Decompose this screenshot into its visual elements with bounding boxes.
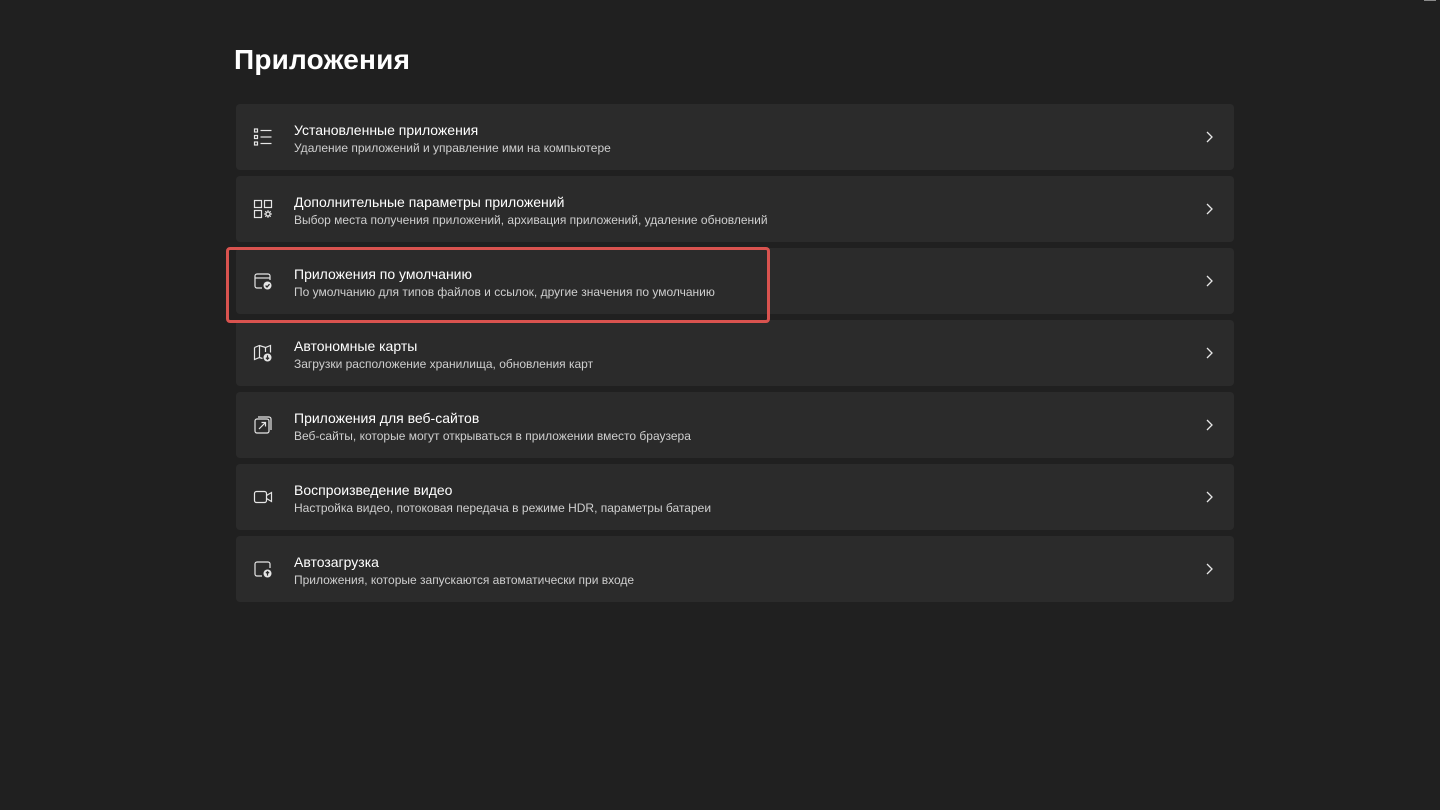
chevron-right-icon (1206, 203, 1213, 215)
setting-advanced-app-settings[interactable]: Дополнительные параметры приложений Выбо… (236, 176, 1234, 242)
chevron-right-icon (1206, 419, 1213, 431)
setting-title: Приложения для веб-сайтов (294, 410, 480, 426)
setting-offline-maps[interactable]: Автономные карты Загрузки расположение х… (236, 320, 1234, 386)
setting-installed-apps[interactable]: Установленные приложения Удаление прилож… (236, 104, 1234, 170)
setting-subtitle: Загрузки расположение хранилища, обновле… (294, 357, 594, 371)
default-apps-icon (253, 271, 273, 291)
setting-subtitle: Веб-сайты, которые могут открываться в п… (294, 429, 691, 443)
setting-title: Приложения по умолчанию (294, 266, 472, 282)
offline-maps-icon (253, 343, 273, 363)
setting-apps-for-websites[interactable]: Приложения для веб-сайтов Веб-сайты, кот… (236, 392, 1234, 458)
chevron-right-icon (1206, 131, 1213, 143)
setting-subtitle: По умолчанию для типов файлов и ссылок, … (294, 285, 715, 299)
chevron-right-icon (1206, 491, 1213, 503)
window-minimize-button[interactable] (1424, 0, 1436, 1)
advanced-app-settings-icon (253, 199, 273, 219)
setting-subtitle: Настройка видео, потоковая передача в ре… (294, 501, 712, 515)
settings-page: Приложения Установленные приложения Удал… (0, 0, 1440, 810)
chevron-right-icon (1206, 275, 1213, 287)
setting-subtitle: Приложения, которые запускаются автомати… (294, 573, 635, 587)
setting-video-playback[interactable]: Воспроизведение видео Настройка видео, п… (236, 464, 1234, 530)
startup-apps-icon (253, 559, 273, 579)
setting-title: Автозагрузка (294, 554, 379, 570)
setting-default-apps[interactable]: Приложения по умолчанию По умолчанию для… (236, 248, 1234, 314)
setting-title: Дополнительные параметры приложений (294, 194, 565, 210)
setting-title: Установленные приложения (294, 122, 479, 138)
setting-subtitle: Выбор места получения приложений, архива… (294, 213, 768, 227)
installed-apps-list-icon (253, 127, 273, 147)
page-title: Приложения (234, 44, 411, 75)
setting-subtitle: Удаление приложений и управление ими на … (294, 141, 611, 155)
apps-for-websites-icon (253, 415, 273, 435)
chevron-right-icon (1206, 563, 1213, 575)
apps-settings-list: Установленные приложения Удаление прилож… (236, 104, 1234, 608)
chevron-right-icon (1206, 347, 1213, 359)
setting-title: Автономные карты (294, 338, 418, 354)
setting-title: Воспроизведение видео (294, 482, 453, 498)
setting-startup-apps[interactable]: Автозагрузка Приложения, которые запуска… (236, 536, 1234, 602)
video-playback-icon (253, 487, 273, 507)
